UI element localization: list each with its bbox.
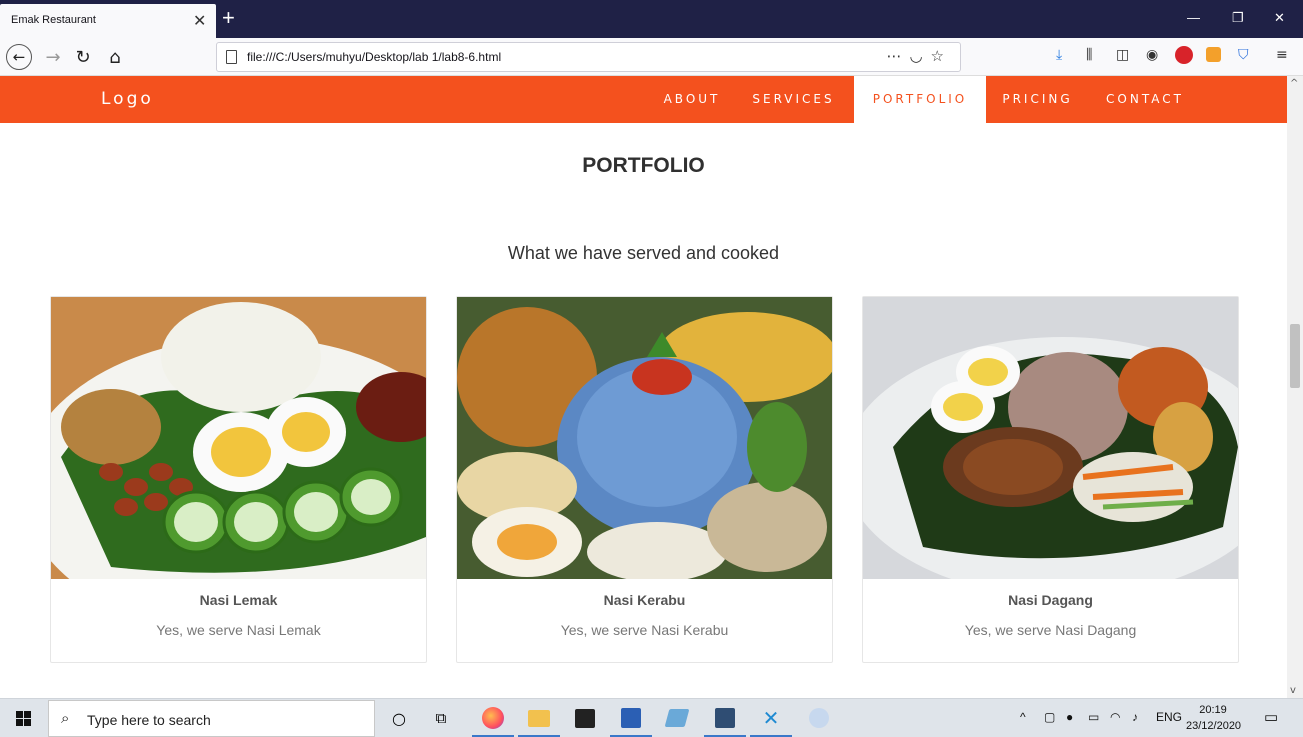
nav-contact[interactable]: CONTACT bbox=[1095, 76, 1195, 123]
account-icon[interactable]: ◉ bbox=[1146, 47, 1158, 63]
taskbar: ⌕ Type here to search ○ ⧉ ✕ ^ ▢ ● ▭ ◠ ♪ … bbox=[0, 698, 1303, 737]
portfolio-card: Nasi Kerabu Yes, we serve Nasi Kerabu bbox=[456, 296, 833, 663]
vscode-icon[interactable]: ✕ bbox=[750, 705, 792, 737]
card-title: Nasi Dagang bbox=[1008, 592, 1093, 608]
card-title: Nasi Lemak bbox=[199, 592, 278, 608]
library-icon[interactable]: ⫼ bbox=[1086, 47, 1092, 63]
nav-pricing[interactable]: PRICING bbox=[990, 76, 1085, 123]
network-icon[interactable]: ◠ bbox=[1110, 710, 1120, 724]
app2-icon[interactable] bbox=[704, 705, 746, 737]
scroll-thumb[interactable] bbox=[1290, 324, 1300, 388]
menu-icon[interactable]: ≡ bbox=[1276, 47, 1288, 63]
cortana-icon[interactable]: ○ bbox=[384, 705, 414, 731]
portfolio-card: Nasi Dagang Yes, we serve Nasi Dagang bbox=[862, 296, 1239, 663]
site-logo[interactable]: Logo bbox=[101, 89, 154, 109]
download-icon[interactable]: ⤓ bbox=[1056, 47, 1062, 63]
page-scrollbar[interactable]: ^ v bbox=[1287, 76, 1303, 698]
sidebar-icon[interactable]: ◫ bbox=[1116, 47, 1129, 63]
windows-start-icon[interactable] bbox=[16, 711, 32, 727]
taskbar-search-input[interactable]: ⌕ Type here to search bbox=[48, 700, 375, 737]
word-icon[interactable] bbox=[610, 705, 652, 737]
home-icon[interactable]: ⌂ bbox=[102, 44, 128, 70]
browser-tab[interactable]: Emak Restaurant ✕ bbox=[0, 4, 216, 38]
reload-icon[interactable]: ↻ bbox=[70, 44, 96, 70]
nasi-dagang-image bbox=[863, 297, 1238, 579]
portfolio-card: Nasi Lemak Yes, we serve Nasi Lemak bbox=[50, 296, 427, 663]
minimize-button[interactable]: — bbox=[1187, 10, 1200, 25]
url-text[interactable]: file:///C:/Users/muhyu/Desktop/lab 1/lab… bbox=[247, 50, 501, 64]
search-icon: ⌕ bbox=[61, 709, 70, 727]
search-placeholder: Type here to search bbox=[87, 712, 211, 728]
page-viewport: Logo ABOUT SERVICES PORTFOLIO PRICING CO… bbox=[0, 76, 1287, 698]
forward-icon[interactable]: → bbox=[40, 44, 66, 70]
bookmark-star-icon[interactable]: ☆ bbox=[931, 47, 952, 65]
site-navbar: Logo ABOUT SERVICES PORTFOLIO PRICING CO… bbox=[0, 76, 1287, 123]
section-heading: PORTFOLIO bbox=[582, 154, 705, 177]
browser-tabbar: Emak Restaurant ✕ + — ❐ ✕ bbox=[0, 0, 1303, 38]
card-text: Yes, we serve Nasi Kerabu bbox=[560, 622, 729, 638]
section-subheading: What we have served and cooked bbox=[507, 243, 780, 263]
tab-title: Emak Restaurant bbox=[11, 14, 96, 26]
nasi-lemak-image bbox=[51, 297, 426, 579]
notifications-icon[interactable]: ▭ bbox=[1264, 708, 1278, 726]
task-view-icon[interactable]: ⧉ bbox=[426, 705, 456, 731]
adblock-icon[interactable] bbox=[1175, 46, 1193, 64]
battery-icon[interactable]: ▭ bbox=[1088, 710, 1099, 724]
back-icon[interactable]: ← bbox=[6, 44, 32, 70]
volume-icon[interactable]: ♪ bbox=[1132, 710, 1138, 724]
tray-chevron-icon[interactable]: ^ bbox=[1020, 710, 1026, 724]
browser-navbar: ← → ↻ ⌂ file:///C:/Users/muhyu/Desktop/l… bbox=[0, 38, 1303, 76]
microphone-icon[interactable]: ● bbox=[1066, 710, 1073, 724]
tray-app-icon[interactable]: ▢ bbox=[1044, 710, 1055, 724]
card-title: Nasi Kerabu bbox=[603, 592, 686, 608]
app-icon[interactable] bbox=[662, 705, 692, 731]
scroll-down-icon[interactable]: v bbox=[1290, 685, 1296, 696]
firefox-icon[interactable] bbox=[472, 705, 514, 737]
scroll-up-icon[interactable]: ^ bbox=[1290, 78, 1298, 89]
close-window-button[interactable]: ✕ bbox=[1274, 10, 1285, 26]
page-icon bbox=[226, 50, 237, 64]
taskbar-clock[interactable]: 20:19 23/12/2020 bbox=[1186, 702, 1242, 734]
more-icon[interactable]: ⋯ bbox=[886, 47, 909, 65]
tab-close-icon[interactable]: ✕ bbox=[193, 11, 206, 30]
url-bar[interactable]: file:///C:/Users/muhyu/Desktop/lab 1/lab… bbox=[216, 42, 961, 72]
extension-icon[interactable] bbox=[1206, 47, 1221, 62]
nasi-kerabu-image bbox=[457, 297, 832, 579]
restore-button[interactable]: ❐ bbox=[1232, 10, 1244, 26]
shield-icon[interactable]: ⛉ bbox=[1238, 47, 1249, 63]
nav-about[interactable]: ABOUT bbox=[652, 76, 732, 123]
paint-icon[interactable] bbox=[804, 705, 834, 731]
nav-services[interactable]: SERVICES bbox=[742, 76, 845, 123]
clock-date: 23/12/2020 bbox=[1186, 720, 1242, 732]
card-text: Yes, we serve Nasi Dagang bbox=[964, 622, 1137, 638]
store-icon[interactable] bbox=[570, 705, 600, 731]
clock-time: 20:19 bbox=[1199, 704, 1227, 716]
language-indicator[interactable]: ENG bbox=[1156, 710, 1182, 724]
pocket-icon[interactable]: ◡ bbox=[909, 47, 930, 65]
card-text: Yes, we serve Nasi Lemak bbox=[156, 622, 321, 638]
new-tab-button[interactable]: + bbox=[222, 5, 235, 31]
nav-portfolio[interactable]: PORTFOLIO bbox=[854, 76, 986, 123]
file-explorer-icon[interactable] bbox=[518, 705, 560, 737]
